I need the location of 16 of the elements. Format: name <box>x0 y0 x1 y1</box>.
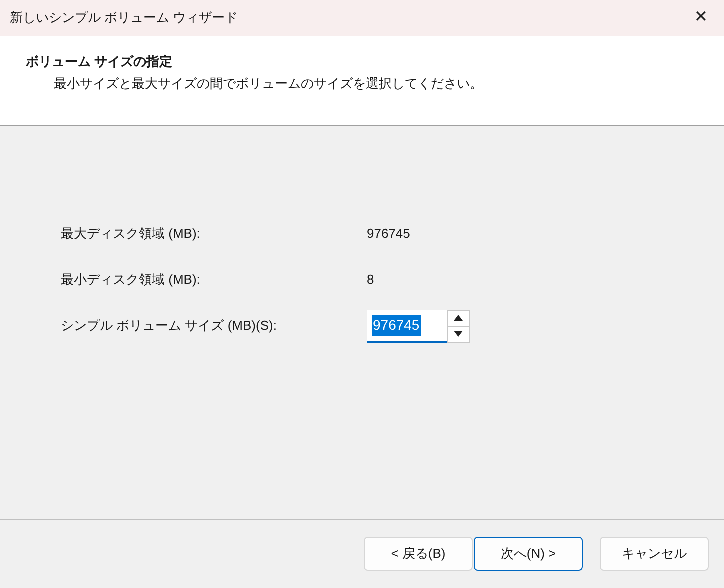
window-title: 新しいシンプル ボリューム ウィザード <box>10 9 238 28</box>
page-description: 最小サイズと最大サイズの間でボリュームのサイズを選択してください。 <box>53 74 484 92</box>
up-arrow-icon <box>454 315 463 321</box>
close-button[interactable]: ✕ <box>678 0 724 36</box>
field-label: 最小ディスク領域 (MB): <box>61 271 202 290</box>
field-value: 8 <box>367 271 374 290</box>
wizard-button[interactable]: キャンセル <box>600 537 709 571</box>
page-heading: ボリューム サイズの指定 <box>26 53 174 71</box>
wizard-button[interactable]: < 戻る(B) <box>364 537 473 571</box>
wizard-button[interactable]: 次へ(N) > <box>474 537 583 571</box>
field-label: シンプル ボリューム サイズ (MB)(S): <box>61 317 278 336</box>
field-label: 最大ディスク領域 (MB): <box>61 225 202 244</box>
down-arrow-icon <box>454 331 463 337</box>
size-input[interactable]: 976745 <box>367 310 447 342</box>
field-value: 976745 <box>367 225 410 244</box>
input-value: 976745 <box>372 314 421 336</box>
